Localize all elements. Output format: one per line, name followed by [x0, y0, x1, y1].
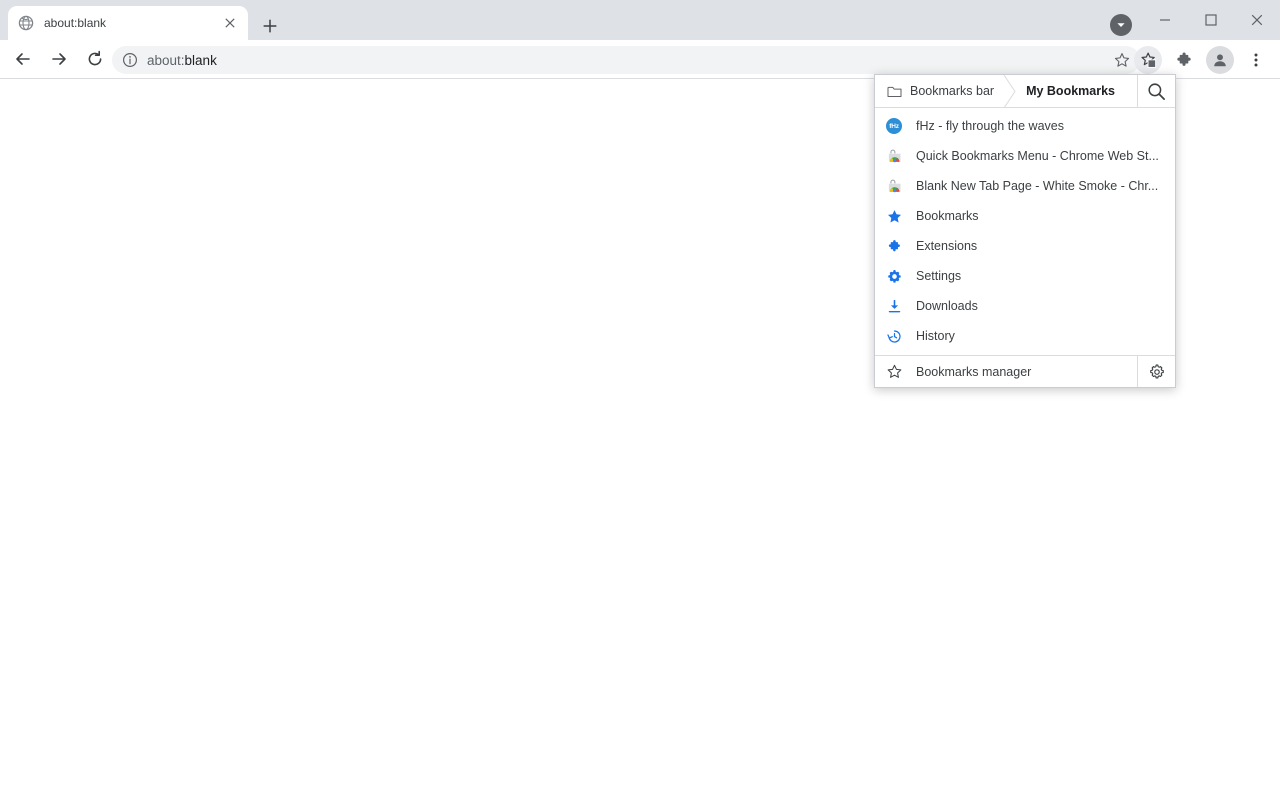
folder-icon: [887, 85, 902, 98]
url-host: blank: [185, 53, 217, 68]
breadcrumb-current-label: My Bookmarks: [1026, 84, 1115, 98]
forward-icon[interactable]: [45, 45, 73, 73]
menu-item-extensions[interactable]: Extensions: [875, 231, 1175, 261]
chrome-webstore-favicon: [886, 178, 902, 194]
star-outline-icon: [886, 364, 902, 380]
search-icon[interactable]: [1137, 75, 1175, 107]
tab-about-blank[interactable]: about:blank: [8, 6, 248, 40]
url-scheme: about:: [147, 53, 185, 68]
back-icon[interactable]: [9, 45, 37, 73]
tab-title: about:blank: [44, 16, 220, 30]
breadcrumb-parent-label: Bookmarks bar: [910, 84, 994, 98]
menu-item-history[interactable]: History: [875, 321, 1175, 351]
puzzle-filled-icon: [886, 238, 902, 254]
profile-avatar[interactable]: [1206, 46, 1234, 74]
close-icon[interactable]: [220, 13, 240, 33]
new-tab-button[interactable]: [256, 12, 284, 40]
menu-item-label: Bookmarks: [916, 209, 1165, 223]
breadcrumb-current[interactable]: My Bookmarks: [1016, 75, 1123, 107]
info-circle-icon[interactable]: [122, 52, 138, 68]
menu-item-bookmarks[interactable]: Bookmarks: [875, 201, 1175, 231]
download-icon: [886, 298, 902, 314]
menu-item-downloads[interactable]: Downloads: [875, 291, 1175, 321]
breadcrumb-separator-icon: [1002, 75, 1016, 107]
chrome-menu-button[interactable]: [1242, 46, 1270, 74]
quick-bookmarks-menu-button[interactable]: [1134, 46, 1162, 74]
gear-filled-icon: [886, 268, 902, 284]
menu-item-label: Extensions: [916, 239, 1165, 253]
menu-item-label: Settings: [916, 269, 1165, 283]
browser-window: about:blank: [0, 0, 1280, 800]
list-item[interactable]: Quick Bookmarks Menu - Chrome Web St...: [875, 141, 1175, 171]
quick-bookmarks-popup: Bookmarks bar My Bookmarks: [874, 74, 1176, 388]
tab-search-button[interactable]: [1110, 14, 1132, 36]
address-bar[interactable]: about:blank: [112, 46, 1140, 74]
breadcrumb-parent[interactable]: Bookmarks bar: [875, 75, 1002, 107]
gear-outline-icon[interactable]: [1137, 356, 1175, 387]
address-bar-text: about:blank: [147, 53, 1110, 68]
bookmark-list: fHz fHz - fly through the waves Quick Bo…: [875, 108, 1175, 355]
extensions-button[interactable]: [1170, 46, 1198, 74]
list-item[interactable]: Blank New Tab Page - White Smoke - Chr..…: [875, 171, 1175, 201]
list-item-label: Blank New Tab Page - White Smoke - Chr..…: [916, 179, 1165, 193]
menu-item-label: History: [916, 329, 1165, 343]
bookmarks-manager-button[interactable]: Bookmarks manager: [875, 356, 1137, 387]
chrome-webstore-favicon: [886, 148, 902, 164]
list-item-label: fHz - fly through the waves: [916, 119, 1165, 133]
star-filled-icon: [886, 208, 902, 224]
bookmarks-manager-label: Bookmarks manager: [916, 365, 1031, 379]
history-clock-icon: [886, 328, 902, 344]
list-item[interactable]: fHz fHz - fly through the waves: [875, 111, 1175, 141]
popup-footer: Bookmarks manager: [875, 355, 1175, 387]
menu-item-label: Downloads: [916, 299, 1165, 313]
window-controls: [1142, 0, 1280, 40]
close-icon[interactable]: [1234, 0, 1280, 40]
menu-item-settings[interactable]: Settings: [875, 261, 1175, 291]
popup-breadcrumb-header: Bookmarks bar My Bookmarks: [875, 75, 1175, 108]
breadcrumb: Bookmarks bar My Bookmarks: [875, 75, 1137, 107]
toolbar-actions: [1130, 46, 1274, 74]
maximize-icon[interactable]: [1188, 0, 1234, 40]
fhz-favicon: fHz: [886, 118, 902, 134]
globe-icon: [18, 15, 34, 31]
tab-strip: about:blank: [0, 0, 1280, 40]
reload-icon[interactable]: [81, 45, 109, 73]
list-item-label: Quick Bookmarks Menu - Chrome Web St...: [916, 149, 1165, 163]
minimize-icon[interactable]: [1142, 0, 1188, 40]
